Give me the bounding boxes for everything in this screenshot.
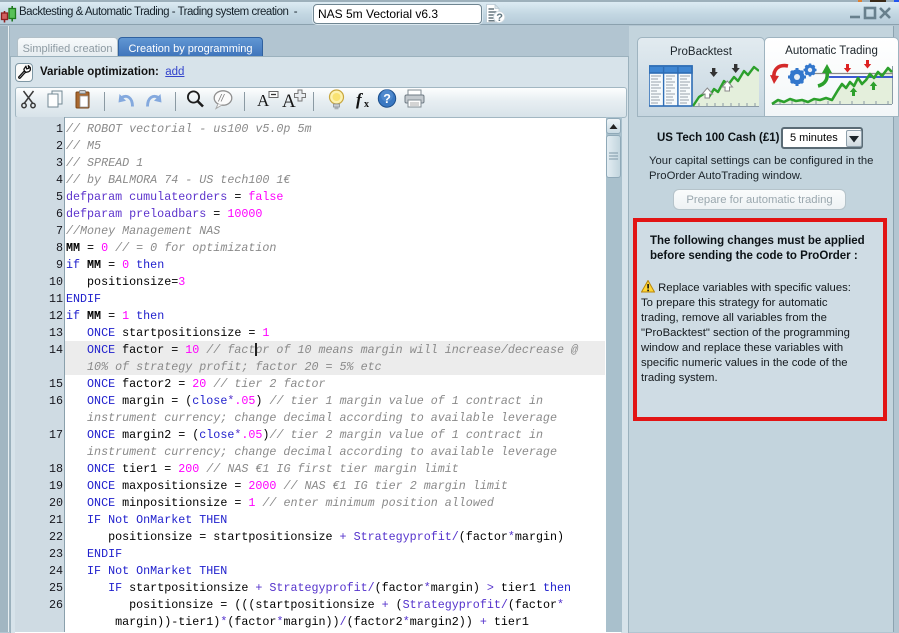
svg-text:?: ? bbox=[496, 12, 503, 24]
svg-text:A: A bbox=[257, 91, 270, 110]
svg-text:A: A bbox=[282, 91, 296, 112]
svg-text:x: x bbox=[364, 99, 369, 110]
svg-text:f: f bbox=[356, 90, 364, 109]
svg-text:?: ? bbox=[383, 92, 391, 106]
